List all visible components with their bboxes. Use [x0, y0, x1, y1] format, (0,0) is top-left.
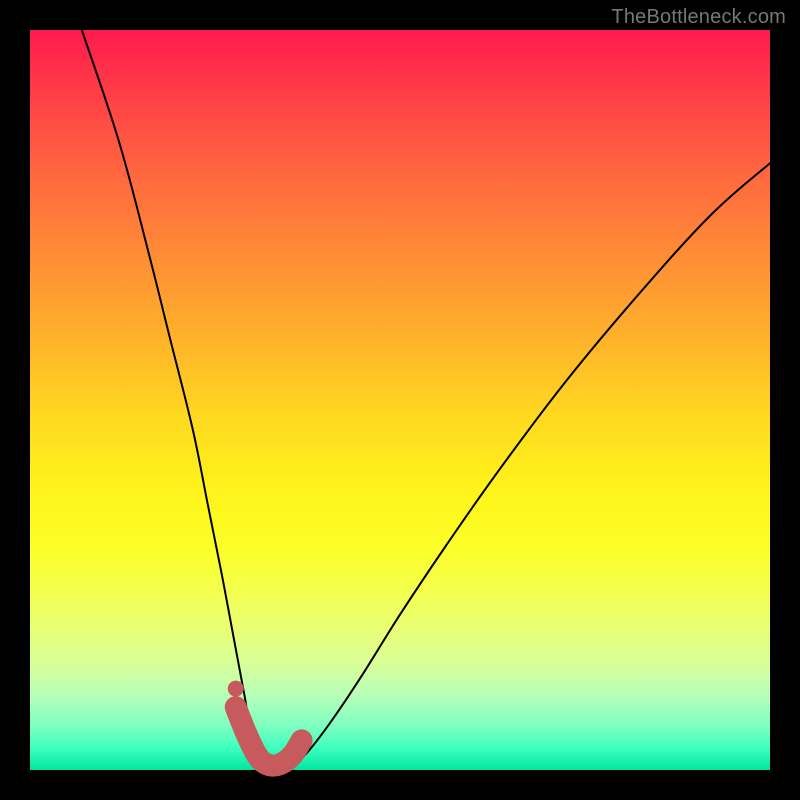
bottleneck-curve [82, 30, 770, 771]
optimal-point-dot [228, 681, 244, 697]
watermark-text: TheBottleneck.com [611, 6, 786, 29]
optimal-range-marker [236, 707, 302, 765]
bottleneck-chart [30, 30, 770, 770]
